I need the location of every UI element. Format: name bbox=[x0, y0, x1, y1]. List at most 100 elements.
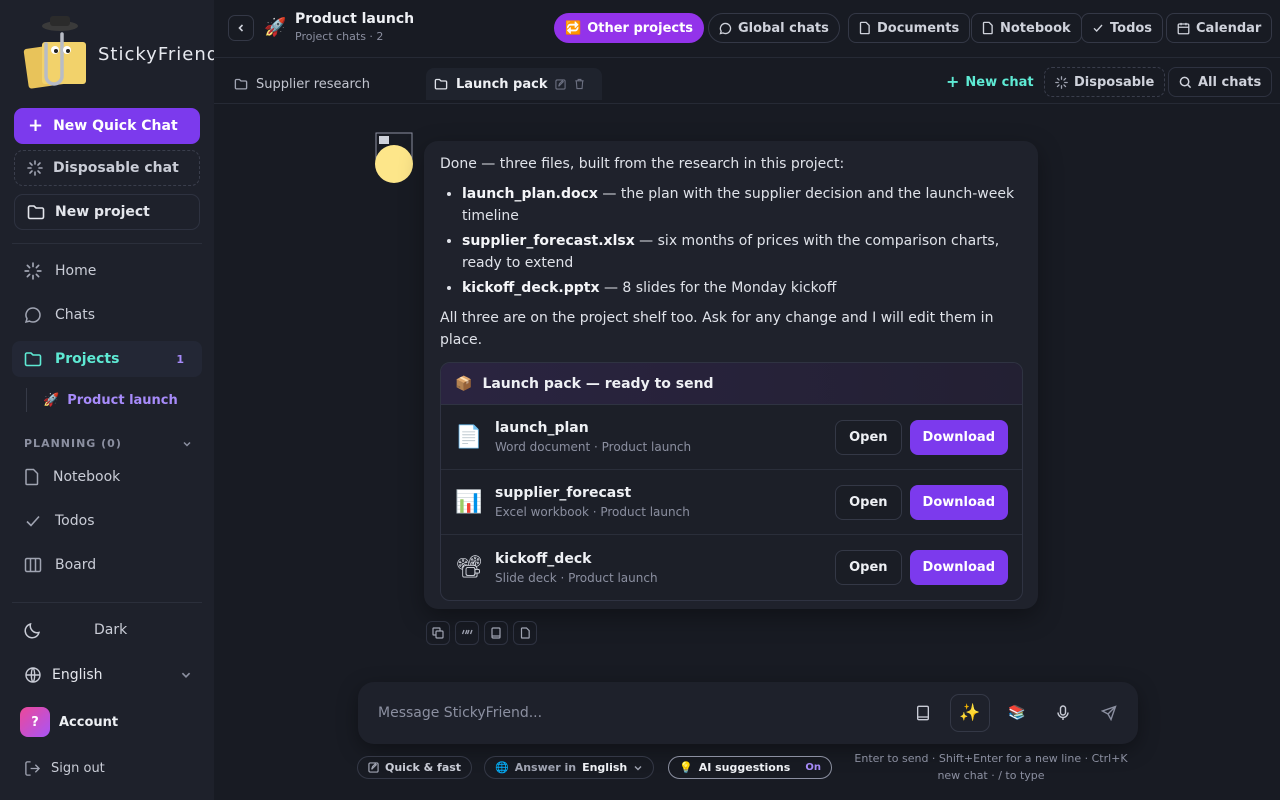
planning-section-toggle[interactable]: PLANNING (0) bbox=[24, 437, 192, 450]
home-sparkle-icon bbox=[24, 262, 42, 280]
message-composer: ✨ 📚 bbox=[358, 682, 1138, 744]
top-bar: 🚀 Product launch Project chats · 2 🔁 Oth… bbox=[214, 0, 1280, 58]
open-button[interactable]: Open bbox=[835, 484, 902, 520]
chat-bubble-icon bbox=[24, 306, 42, 324]
todos-button[interactable]: Todos bbox=[1081, 13, 1164, 43]
answer-in-label: Answer in bbox=[514, 761, 577, 774]
microphone-icon bbox=[1056, 705, 1070, 721]
quick-fast-mode-button[interactable]: Quick & fast bbox=[357, 756, 473, 779]
document-icon bbox=[24, 468, 40, 486]
other-projects-button[interactable]: 🔁 Other projects bbox=[554, 13, 705, 43]
launch-pack-card: 📦 Launch pack — ready to send 📄 launch_p… bbox=[440, 362, 1023, 601]
package-icon: 📦 bbox=[455, 375, 473, 392]
sidebar-item-projects[interactable]: Projects 1 bbox=[12, 341, 202, 377]
new-chat-button[interactable]: + New chat bbox=[936, 67, 1044, 97]
list-item: launch_plan.docx — the plan with the sup… bbox=[462, 183, 1024, 227]
download-button[interactable]: Download bbox=[909, 484, 1008, 520]
file-row-launch-plan: 📄 launch_plan Word document · Product la… bbox=[441, 405, 1022, 470]
trash-icon[interactable] bbox=[574, 78, 585, 90]
folder-icon bbox=[434, 78, 448, 90]
plus-icon: + bbox=[28, 115, 44, 136]
tab-label: Launch pack bbox=[456, 76, 548, 92]
sidebar-item-todos[interactable]: Todos bbox=[12, 503, 202, 539]
sidebar-item-home[interactable]: Home bbox=[12, 253, 202, 289]
file-name: kickoff_deck bbox=[495, 550, 592, 567]
folder-icon bbox=[27, 204, 45, 220]
edit-pencil-icon[interactable] bbox=[555, 78, 567, 90]
logo[interactable] bbox=[22, 16, 90, 92]
file-meta: Excel workbook · Product launch bbox=[495, 505, 690, 519]
sidebar-item-notebook[interactable]: Notebook bbox=[12, 459, 202, 495]
back-button[interactable] bbox=[228, 15, 254, 41]
file-name: supplier_forecast bbox=[495, 485, 632, 501]
theme-toggle[interactable]: Dark bbox=[14, 612, 200, 648]
file-meta: Slide deck · Product launch bbox=[495, 570, 658, 585]
quote-icon[interactable] bbox=[455, 621, 479, 645]
tab-launch-pack[interactable]: Launch pack bbox=[426, 68, 602, 100]
sidebar-item-label: Product launch bbox=[67, 392, 178, 408]
spreadsheet-chart-icon: 📊 bbox=[455, 489, 483, 515]
checkmark-icon bbox=[24, 512, 42, 530]
documents-button[interactable]: Documents bbox=[848, 13, 971, 43]
answer-language-select[interactable]: 🌐 Answer in English bbox=[484, 756, 655, 779]
ai-suggestions-state: On bbox=[805, 762, 821, 773]
repeat-icon: 🔁 bbox=[565, 20, 582, 36]
notebook-attach-button[interactable] bbox=[906, 696, 940, 730]
lightbulb-icon: 💡 bbox=[679, 761, 693, 774]
sidebar-item-label: Board bbox=[55, 557, 97, 573]
sidebar-item-label: Home bbox=[55, 263, 97, 279]
word-document-icon: 📄 bbox=[455, 424, 483, 450]
ai-suggestions-label: AI suggestions bbox=[698, 761, 791, 774]
file-bullet-list: launch_plan.docx — the plan with the sup… bbox=[462, 183, 1024, 299]
global-chats-button[interactable]: Global chats bbox=[708, 13, 840, 43]
send-icon bbox=[1101, 705, 1117, 721]
sign-out-button[interactable]: Sign out bbox=[14, 750, 200, 786]
all-chats-button[interactable]: All chats bbox=[1168, 67, 1273, 97]
file-info: supplier_forecast Excel workbook · Produ… bbox=[495, 485, 835, 519]
keyboard-hint: Enter to send · Shift+Enter for a new li… bbox=[854, 752, 1128, 782]
file-name: launch_plan bbox=[495, 420, 589, 436]
list-item: kickoff_deck.pptx — 8 slides for the Mon… bbox=[462, 277, 1024, 299]
notebook-label: Notebook bbox=[1000, 20, 1071, 36]
sidebar-item-chats[interactable]: Chats bbox=[12, 297, 202, 333]
edit-pencil-icon bbox=[368, 762, 379, 773]
moon-icon bbox=[24, 621, 42, 639]
tab-supplier-research[interactable]: Supplier research bbox=[226, 68, 378, 100]
copy-icon[interactable] bbox=[426, 621, 450, 645]
file-description: — 8 slides for the Monday kickoff bbox=[599, 280, 837, 296]
search-icon bbox=[1179, 76, 1192, 89]
answer-in-value: English bbox=[582, 761, 628, 774]
sidebar-item-board[interactable]: Board bbox=[12, 547, 202, 583]
message-actions bbox=[426, 621, 537, 645]
sidebar-item-label: Notebook bbox=[53, 469, 121, 485]
sidebar-item-product-launch[interactable]: 🚀 Product launch bbox=[26, 388, 178, 412]
file-name: kickoff_deck.pptx bbox=[462, 280, 600, 296]
notebook-icon[interactable] bbox=[484, 621, 508, 645]
file-info: launch_plan Word document · Product laun… bbox=[495, 420, 835, 454]
folder-icon bbox=[24, 351, 42, 367]
launch-pack-title: Launch pack — ready to send bbox=[482, 375, 714, 392]
calendar-button[interactable]: Calendar bbox=[1166, 13, 1273, 43]
library-button[interactable]: 📚 bbox=[1000, 696, 1034, 730]
disposable-button[interactable]: Disposable bbox=[1044, 67, 1166, 97]
open-button[interactable]: Open bbox=[835, 550, 902, 585]
disposable-chat-button[interactable]: Disposable chat bbox=[14, 150, 200, 186]
open-button[interactable]: Open bbox=[835, 419, 902, 455]
magic-sparkles-button[interactable]: ✨ bbox=[950, 694, 990, 732]
account-button[interactable]: ? Account bbox=[14, 704, 200, 740]
message-input[interactable] bbox=[366, 694, 896, 732]
send-button[interactable] bbox=[1092, 696, 1126, 730]
globe-icon bbox=[24, 666, 42, 684]
new-quick-chat-button[interactable]: + New Quick Chat bbox=[14, 108, 200, 144]
microphone-button[interactable] bbox=[1046, 696, 1080, 730]
planning-header: PLANNING (0) bbox=[24, 437, 122, 450]
download-button[interactable]: Download bbox=[909, 550, 1008, 585]
new-project-button[interactable]: New project bbox=[14, 194, 200, 230]
language-select[interactable]: English bbox=[14, 657, 200, 693]
download-button[interactable]: Download bbox=[909, 419, 1008, 455]
ai-suggestions-toggle[interactable]: 💡 AI suggestions On bbox=[668, 756, 832, 779]
sparkle-spinner-icon bbox=[1055, 75, 1068, 89]
chevron-down-icon bbox=[633, 763, 643, 773]
document-icon[interactable] bbox=[513, 621, 537, 645]
notebook-button[interactable]: Notebook bbox=[971, 13, 1082, 43]
